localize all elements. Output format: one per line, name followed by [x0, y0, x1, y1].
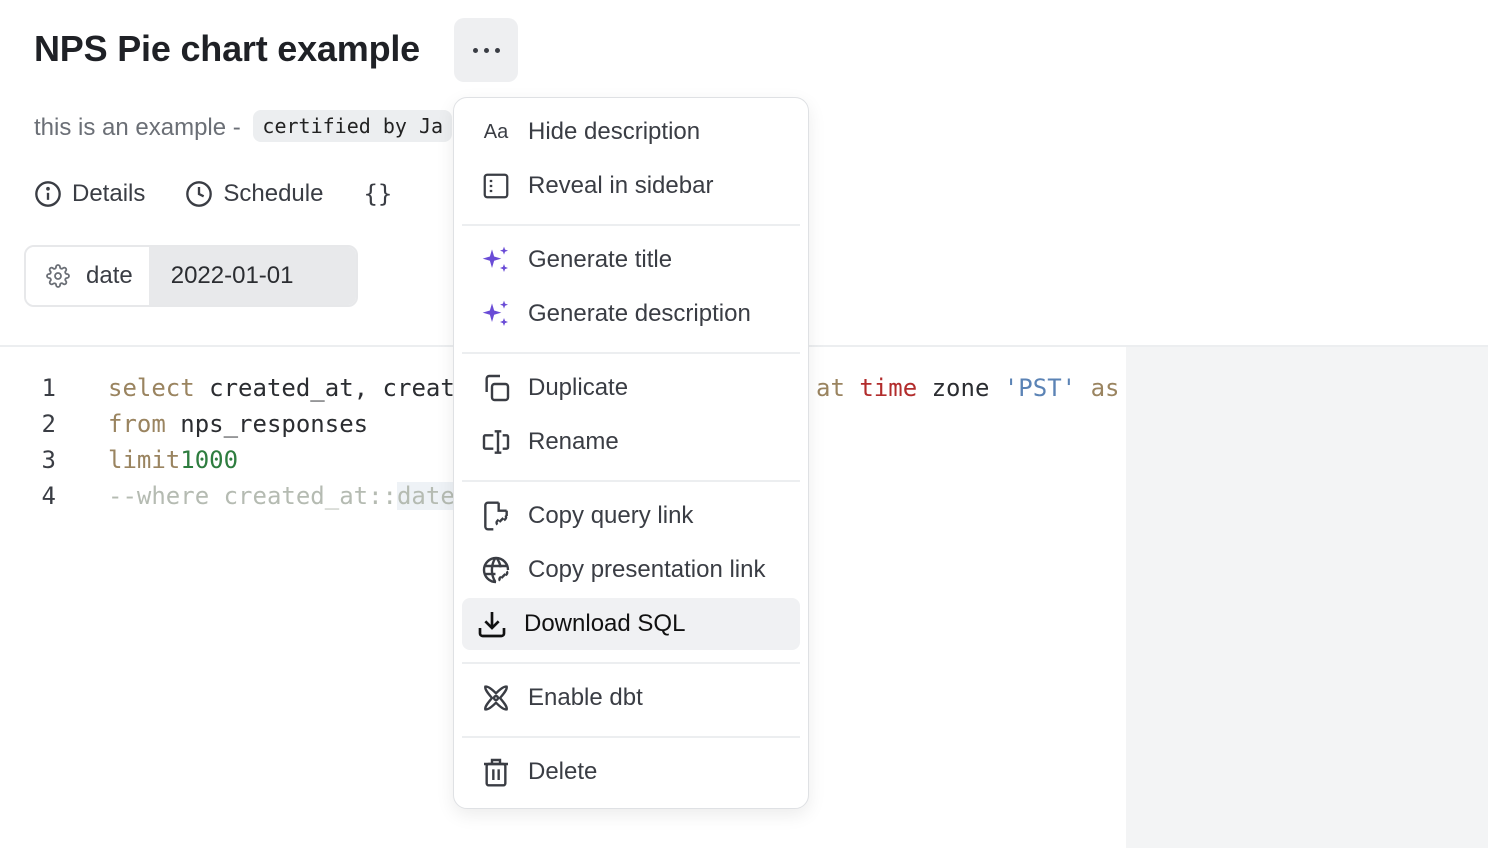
menu-item-label: Delete [528, 758, 598, 785]
tab-details[interactable]: Details [34, 180, 145, 208]
menu-item-duplicate[interactable]: Duplicate [462, 362, 800, 414]
dbt-icon [478, 680, 514, 716]
menu-item-label: Rename [528, 428, 619, 455]
sidebar-icon [478, 168, 514, 204]
comment: --where created_at:: [108, 482, 397, 510]
sparkles-icon [478, 242, 514, 278]
code-text: nps_responses [165, 410, 369, 438]
text-aa-icon: Aa [483, 120, 509, 143]
menu-separator [462, 736, 800, 738]
keyword: as [1090, 374, 1120, 402]
tab-details-label: Details [72, 180, 146, 207]
text-cursor-icon [478, 424, 514, 460]
ellipsis-icon [472, 47, 478, 53]
tab-schedule-label: Schedule [223, 180, 324, 207]
menu-item-enable-dbt[interactable]: Enable dbt [462, 672, 800, 724]
gear-icon [46, 264, 70, 288]
code-text: created_at, creat [194, 374, 455, 402]
menu-item-generate-title[interactable]: Generate title [462, 234, 800, 286]
line-number: 2 [41, 410, 56, 438]
sparkles-icon [478, 296, 514, 332]
menu-item-label: Download SQL [524, 610, 686, 637]
line-number: 3 [41, 446, 56, 474]
code-line-tail: at time zone 'PST' as [816, 374, 1119, 402]
menu-separator [462, 480, 800, 482]
menu-item-label: Generate title [528, 246, 673, 273]
info-icon [35, 181, 61, 207]
menu-item-label: Reveal in sidebar [528, 172, 714, 199]
code-text: zone [917, 374, 1004, 402]
menu-separator [462, 224, 800, 226]
keyword: limit [108, 446, 181, 474]
more-options-menu: Aa Hide description Reveal in sidebar Ge… [453, 97, 809, 809]
tab-json[interactable]: {} [363, 180, 392, 208]
menu-item-label: Copy query link [528, 502, 694, 529]
menu-item-copy-presentation-link[interactable]: Copy presentation link [462, 544, 800, 596]
parameter-value-input[interactable]: 2022-01-01 [148, 247, 356, 305]
tab-schedule[interactable]: Schedule [185, 180, 323, 208]
parameter-name[interactable]: date [26, 247, 149, 305]
line-number: 4 [41, 482, 56, 510]
menu-item-label: Enable dbt [528, 684, 643, 711]
parameter-name-label: date [86, 262, 133, 289]
keyword: select [108, 374, 195, 402]
results-pane [1126, 347, 1488, 848]
menu-item-label: Copy presentation link [528, 556, 766, 583]
certified-badge: certified by Ja [253, 110, 453, 142]
copy-icon [478, 370, 514, 406]
more-options-button[interactable] [454, 18, 518, 82]
menu-item-reveal-in-sidebar[interactable]: Reveal in sidebar [462, 160, 800, 212]
menu-separator [462, 352, 800, 354]
menu-item-rename[interactable]: Rename [462, 416, 800, 468]
line-number: 1 [41, 374, 56, 402]
string-literal: 'PST' [1003, 374, 1077, 402]
menu-item-hide-description[interactable]: Aa Hide description [462, 106, 800, 158]
globe-link-icon [478, 552, 514, 588]
menu-item-generate-description[interactable]: Generate description [462, 288, 800, 340]
clock-icon [186, 181, 213, 207]
description-text: this is an example - [34, 114, 248, 141]
trash-icon [478, 754, 514, 790]
comment-highlight: date [396, 482, 455, 510]
download-icon [474, 606, 510, 642]
menu-item-delete[interactable]: Delete [462, 746, 800, 798]
number-literal: 1000 [180, 446, 239, 474]
menu-item-label: Generate description [528, 300, 751, 327]
keyword: from [108, 410, 166, 438]
keyword: at [816, 374, 845, 402]
menu-item-label: Hide description [528, 118, 701, 145]
description: this is an example - certified by Ja [34, 110, 453, 142]
keyword: time [859, 374, 918, 402]
date-parameter[interactable]: date 2022-01-01 [24, 245, 358, 307]
menu-separator [462, 662, 800, 664]
file-link-icon [478, 498, 514, 534]
menu-item-download-sql[interactable]: Download SQL [462, 598, 800, 650]
menu-item-label: Duplicate [528, 374, 629, 401]
braces-icon: {} [363, 180, 393, 208]
page-title: NPS Pie chart example [34, 28, 420, 69]
tab-bar: Details Schedule {} [34, 180, 432, 208]
menu-item-copy-query-link[interactable]: Copy query link [462, 490, 800, 542]
